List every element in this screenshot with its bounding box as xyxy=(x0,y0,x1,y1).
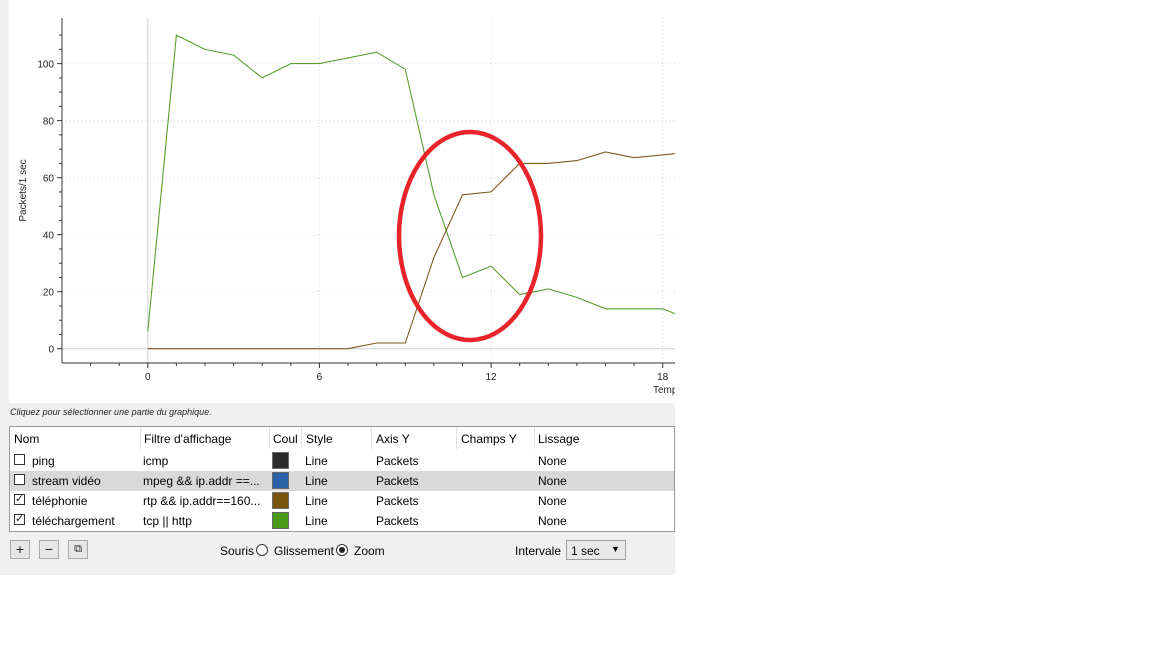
graph-style: Line xyxy=(305,454,328,468)
interval-value: 1 sec xyxy=(571,544,600,558)
drag-mode-radio[interactable] xyxy=(256,544,268,556)
header-field-y[interactable]: Champs Y xyxy=(461,432,517,446)
series-line xyxy=(147,34,675,332)
io-graph-window: 0 6 12 18 0 20 40 60 80 100 Temp Packets/1 sec Cliq… xyxy=(0,0,675,575)
header-name[interactable]: Nom xyxy=(14,432,39,446)
interval-label: Intervale xyxy=(515,544,562,558)
graph-name: ping xyxy=(32,454,55,468)
table-row[interactable]: ✓ téléphonie rtp && ip.addr==160... Line… xyxy=(10,491,674,511)
enable-checkbox[interactable] xyxy=(14,474,25,485)
y-tick-label: 60 xyxy=(43,174,55,185)
graph-smoothing: None xyxy=(538,494,567,508)
graph-axis: Packets xyxy=(376,454,419,468)
table-row[interactable]: stream vidéo mpeg && ip.addr ==... Line … xyxy=(10,471,674,491)
graph-filter: tcp || http xyxy=(143,514,192,528)
io-graph-chart[interactable]: 0 6 12 18 0 20 40 60 80 100 Temp Packets/1 sec xyxy=(9,0,675,403)
x-tick-label: 0 xyxy=(145,372,151,383)
header-style[interactable]: Style xyxy=(306,432,333,446)
table-row[interactable]: ✓ téléchargement tcp || http Line Packet… xyxy=(10,511,674,531)
y-tick-label: 80 xyxy=(43,117,55,128)
column-divider xyxy=(534,427,535,449)
header-color[interactable]: Coul xyxy=(273,432,298,446)
header-axis-y[interactable]: Axis Y xyxy=(376,432,410,446)
drag-mode-label[interactable]: Glissement xyxy=(274,544,334,558)
enable-checkbox[interactable]: ✓ xyxy=(14,494,25,505)
graph-axis: Packets xyxy=(376,494,419,508)
column-divider xyxy=(456,427,457,449)
y-tick-label: 0 xyxy=(48,345,54,356)
enable-checkbox[interactable] xyxy=(14,454,25,465)
column-divider xyxy=(301,427,302,449)
interval-select[interactable]: 1 sec ▼ xyxy=(566,540,626,560)
color-swatch[interactable] xyxy=(272,452,289,469)
graph-style: Line xyxy=(305,494,328,508)
copy-graph-button[interactable]: ⧉ xyxy=(68,540,88,559)
column-divider xyxy=(371,427,372,449)
x-tick-label: 6 xyxy=(317,372,323,383)
graph-axis: Packets xyxy=(376,474,419,488)
plot-hint: Cliquez pour sélectionner une partie du … xyxy=(10,407,212,417)
y-tick-label: 20 xyxy=(43,288,55,299)
x-tick-label: 18 xyxy=(657,372,669,383)
chevron-down-icon: ▼ xyxy=(611,544,620,554)
color-swatch[interactable] xyxy=(272,472,289,489)
mouse-mode-label: Souris xyxy=(220,544,255,558)
graph-filter: mpeg && ip.addr ==... xyxy=(143,474,260,488)
radio-selected-dot xyxy=(339,547,345,553)
x-tick-label: 12 xyxy=(486,372,498,383)
color-swatch[interactable] xyxy=(272,492,289,509)
graph-smoothing: None xyxy=(538,454,567,468)
graph-list-table[interactable]: Nom Filtre d'affichage Coul Style Axis Y… xyxy=(9,426,675,532)
graph-name: téléphonie xyxy=(32,494,88,508)
zoom-mode-radio[interactable] xyxy=(336,544,348,556)
x-axis-label: Temp xyxy=(653,385,675,396)
column-divider xyxy=(140,427,141,449)
y-tick-label: 40 xyxy=(43,231,55,242)
zoom-mode-label[interactable]: Zoom xyxy=(354,544,385,558)
table-row[interactable]: ping icmp Line Packets None xyxy=(10,451,674,471)
graph-style: Line xyxy=(305,514,328,528)
header-filter[interactable]: Filtre d'affichage xyxy=(144,432,231,446)
header-smoothing[interactable]: Lissage xyxy=(538,432,579,446)
graph-filter: icmp xyxy=(143,454,169,468)
y-tick-label: 100 xyxy=(37,60,54,71)
graph-smoothing: None xyxy=(538,514,567,528)
graph-name: téléchargement xyxy=(32,514,115,528)
plot-area[interactable]: 0 6 12 18 0 20 40 60 80 100 Temp Packets/1 sec xyxy=(9,0,675,403)
graph-name: stream vidéo xyxy=(32,474,101,488)
enable-checkbox[interactable]: ✓ xyxy=(14,514,25,525)
color-swatch[interactable] xyxy=(272,512,289,529)
graph-style: Line xyxy=(305,474,328,488)
graph-filter: rtp && ip.addr==160... xyxy=(143,494,261,508)
annotation-circle xyxy=(396,129,544,343)
graph-axis: Packets xyxy=(376,514,419,528)
column-divider xyxy=(269,427,270,449)
remove-graph-button[interactable]: − xyxy=(39,540,59,559)
y-axis-label: Packets/1 sec xyxy=(18,159,29,221)
graph-smoothing: None xyxy=(538,474,567,488)
add-graph-button[interactable]: + xyxy=(10,540,30,559)
